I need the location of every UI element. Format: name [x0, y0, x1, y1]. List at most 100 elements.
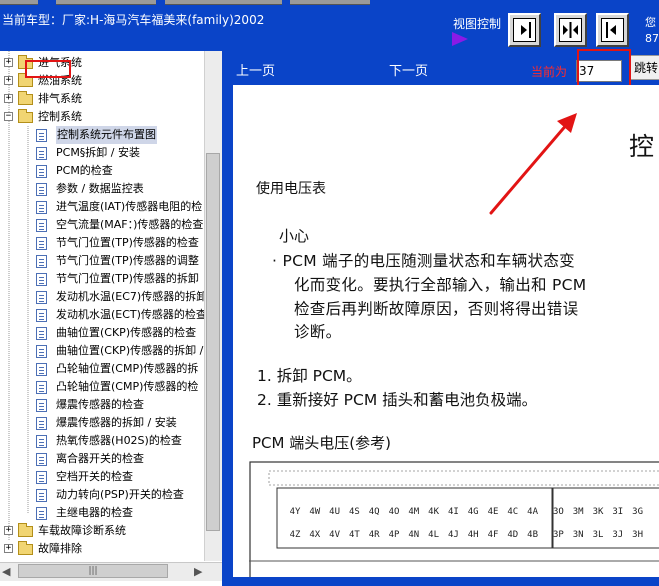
top-tab-stub	[0, 0, 38, 5]
tree-item[interactable]: 控制系统元件布置图	[0, 126, 204, 144]
tree-item-label: 凸轮轴位置(CMP)传感器的拆	[56, 362, 199, 375]
connector-pin: 4E	[487, 507, 499, 517]
tree-vertical-scroll-thumb[interactable]	[206, 153, 220, 531]
tree-item[interactable]: 曲轴位置(CKP)传感器的检查	[0, 324, 204, 342]
tree-folder-label: 控制系统	[38, 110, 82, 123]
tree-item[interactable]: 发动机水温(EC7)传感器的拆卸	[0, 288, 208, 306]
tree-item[interactable]: 参数 / 数据监控表	[0, 180, 204, 198]
tree-item[interactable]: PCM的检查	[0, 162, 204, 180]
tree-item[interactable]: 进气温度(IAT)传感器电阻的检	[0, 198, 204, 216]
tree-item[interactable]: 曲轴位置(CKP)传感器的拆卸 /	[0, 342, 204, 360]
jump-button[interactable]: 跳转	[630, 55, 659, 80]
connector-pin: 3G	[632, 507, 644, 517]
tree-item[interactable]: 凸轮轴位置(CMP)传感器的拆	[0, 360, 204, 378]
tree-item[interactable]: 发动机水温(ECT)传感器的检查	[0, 306, 207, 324]
document-icon	[36, 237, 47, 250]
tree-folder[interactable]: + 故障排除	[0, 540, 204, 558]
connector-pin: 4M	[408, 507, 420, 517]
tree-folder-label: 排气系统	[38, 92, 82, 105]
tree-item[interactable]: 空档开关的检查	[0, 468, 204, 486]
tree-item[interactable]: 热氧传感器(H02S)的检查	[0, 432, 204, 450]
tree-folder[interactable]: + 排气系统	[0, 90, 204, 108]
connector-pin: 3P	[552, 530, 564, 540]
document-icon	[36, 291, 47, 304]
connector-pin: 4O	[388, 507, 400, 517]
tree-horizontal-scroll-thumb[interactable]: |||	[18, 564, 168, 578]
top-tab-stub	[56, 0, 156, 5]
view-split-button[interactable]	[554, 13, 587, 47]
tree-folder[interactable]: + 车载故障诊断系统	[0, 522, 204, 540]
tree-item-label: PCM§拆卸 / 安装	[56, 146, 141, 159]
tree-item[interactable]: 动力转向(PSP)开关的检查	[0, 486, 204, 504]
tree-panel: +发动机机械+进气系统+燃油系统+排气系统−控制系统控制系统元件布置图PCM§拆…	[0, 51, 222, 581]
folder-icon	[18, 109, 33, 123]
document-icon	[36, 507, 47, 520]
view-next-icon	[513, 18, 536, 42]
header-right-number: 87	[645, 32, 659, 45]
tree-item[interactable]: 主继电器的检查	[0, 504, 204, 522]
tree-item-label: 节气门位置(TP)传感器的检查	[56, 236, 199, 249]
tree-item[interactable]: 爆震传感器的拆卸 / 安装	[0, 414, 204, 432]
panel-splitter[interactable]	[222, 51, 233, 586]
document-icon	[36, 147, 47, 160]
view-next-button[interactable]	[508, 13, 541, 47]
tree-item[interactable]: 节气门位置(TP)传感器的拆卸	[0, 270, 204, 288]
connector-pin: 4L	[428, 530, 440, 540]
tree-item[interactable]: 离合器开关的检查	[0, 450, 204, 468]
document-icon	[36, 471, 47, 484]
scroll-right-icon[interactable]: ▶	[194, 565, 202, 578]
tree-item-label: 曲轴位置(CKP)传感器的检查	[56, 326, 197, 339]
tree-item[interactable]: 节气门位置(TP)传感器的调整	[0, 252, 204, 270]
connector-pin: 3I	[612, 507, 624, 517]
expand-icon[interactable]: +	[4, 526, 13, 535]
tree-item-label: 空档开关的检查	[56, 470, 133, 483]
tree-item-label: 空气流量(MAF：)传感器的检查	[56, 218, 204, 231]
connector-pin: 4X	[309, 530, 321, 540]
document-icon	[36, 273, 47, 286]
expand-icon[interactable]: +	[4, 544, 13, 553]
document-icon	[36, 381, 47, 394]
tree-item[interactable]: 空气流量(MAF：)传感器的检查	[0, 216, 204, 234]
tree-item[interactable]: 节气门位置(TP)传感器的检查	[0, 234, 204, 252]
connector-pin: 3O	[552, 507, 564, 517]
connector-pin: 4P	[388, 530, 400, 540]
tree-item-label: 热氧传感器(H02S)的检查	[56, 434, 182, 447]
expand-icon[interactable]: +	[4, 94, 13, 103]
connector-pin: 3K	[592, 507, 604, 517]
connector-pin: 4T	[348, 530, 360, 540]
doc-step-2: 2. 重新接好 PCM 插头和蓄电池负极端。	[257, 391, 538, 409]
view-prev-icon	[601, 18, 624, 42]
prev-page-link[interactable]: 上一页	[236, 60, 275, 79]
connector-pin: 4G	[467, 507, 479, 517]
doc-caution-line: · PCM 端子的电压随测量状态和车辆状态变	[272, 252, 575, 270]
tree-item[interactable]: 凸轮轴位置(CMP)传感器的检	[0, 378, 204, 396]
tree-item[interactable]: PCM§拆卸 / 安装	[0, 144, 204, 162]
connector-pin: 4S	[348, 507, 360, 517]
tree-folder[interactable]: − 控制系统	[0, 108, 204, 126]
doc-caution-title: 小心	[279, 227, 310, 245]
scroll-left-icon[interactable]: ◀	[2, 565, 10, 578]
tree-folder-label: 故障排除	[38, 542, 82, 555]
document-icon	[36, 201, 47, 214]
connector-pin: 4J	[447, 530, 459, 540]
doc-caution-line: 化而变化。要执行全部输入，输出和 PCM	[294, 276, 587, 294]
view-prev-button[interactable]	[596, 13, 629, 47]
header-bar: 当前车型：厂家:H-海马汽车福美来(family)2002 视图控制 您 87	[0, 0, 659, 51]
tree-item[interactable]: 爆震传感器的检查	[0, 396, 204, 414]
connector-pin: 4V	[329, 530, 341, 540]
top-tab-stub	[165, 0, 282, 5]
connector-pin: 4B	[527, 530, 539, 540]
tree-item-label: PCM的检查	[56, 164, 113, 177]
expand-icon[interactable]: +	[4, 76, 13, 85]
next-page-link[interactable]: 下一页	[389, 60, 428, 79]
tree-item-label: 凸轮轴位置(CMP)传感器的检	[56, 380, 199, 393]
collapse-icon[interactable]: −	[4, 112, 13, 121]
tree-item-label: 发动机水温(EC7)传感器的拆卸	[56, 290, 208, 303]
document-icon	[36, 489, 47, 502]
document-icon	[36, 417, 47, 430]
tree-folder-label: 车载故障诊断系统	[38, 524, 126, 537]
expand-icon[interactable]: +	[4, 58, 13, 67]
tree-item-label: 节气门位置(TP)传感器的拆卸	[56, 272, 199, 285]
connector-pin: 4D	[507, 530, 519, 540]
folder-icon	[18, 541, 33, 555]
